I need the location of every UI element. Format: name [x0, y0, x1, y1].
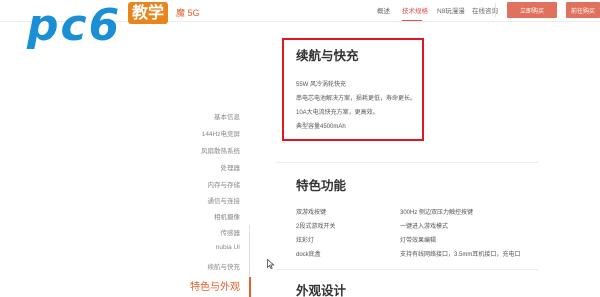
sidebar-item-connectivity[interactable]: 通信与连接 [208, 195, 241, 205]
feature-left-3: 炫彩灯 [296, 238, 315, 244]
nav-specs[interactable]: 技术规格 [402, 5, 428, 15]
sidebar-item-sensors[interactable]: 传感器 [221, 227, 241, 237]
nav-separator [495, 3, 496, 17]
nav-fun[interactable]: N8玩漫漫 [437, 5, 465, 15]
nav-overview[interactable]: 概述 [377, 5, 390, 15]
battery-line-4: 典型容量4500mAh [296, 124, 346, 130]
battery-title: 续航与快充 [296, 49, 359, 63]
sidebar-item-battery[interactable]: 续航与快充 [208, 261, 241, 271]
feature-left-4: dock底盒 [296, 252, 321, 258]
feature-right-1: 300Hz 侧边双压力触控按键 [400, 210, 474, 216]
logo-tag: 教学 [128, 2, 169, 24]
logo-brand: pc6 [27, 0, 122, 51]
feature-right-4: 支持有线网络接口，3.5mm耳机接口，充电口 [400, 252, 521, 258]
sidebar-active-indicator [249, 277, 251, 297]
sidebar-item-basic-info[interactable]: 基本信息 [214, 111, 240, 121]
cursor-icon [267, 259, 275, 269]
sidebar-item-memory-storage[interactable]: 内存与存储 [208, 179, 241, 189]
battery-line-2: 串电芯电池解决方案，损耗更低，寿命更长。 [296, 96, 417, 102]
sidebar-item-fan-cooling[interactable]: 风扇散热系统 [201, 145, 240, 155]
feature-right-2: 一键进入游戏模式 [400, 224, 449, 230]
site-logo: pc6 教学 [0, 0, 215, 60]
design-title: 外观设计 [296, 284, 347, 297]
section-divider [276, 162, 538, 163]
sidebar-item-144hz-screen[interactable]: 144Hz电竞屏 [202, 128, 240, 138]
feature-left-1: 双游戏按键 [296, 210, 327, 216]
sidebar-item-nubia-ui[interactable]: nubia UI [216, 244, 240, 251]
battery-line-3: 10A大电流快充方案，更高效。 [296, 110, 379, 116]
features-title: 特色功能 [296, 179, 347, 193]
buy-now-button[interactable]: 立即购买 [507, 2, 557, 18]
sidebar-item-camera[interactable]: 相机摄像 [214, 211, 240, 221]
nav-active-underline [402, 20, 422, 21]
battery-line-1: 55W 风冷涡轮快充 [296, 82, 347, 88]
go-buy-button[interactable]: 前往购买 [566, 2, 600, 18]
feature-right-3: 灯带效果编辑 [400, 238, 437, 244]
sidebar-item-processor[interactable]: 处理器 [221, 162, 241, 172]
sidebar-item-features-design[interactable]: 特色与外观 [190, 278, 240, 293]
feature-left-2: 2段式游戏开关 [296, 224, 336, 230]
section-divider-2 [276, 269, 538, 270]
